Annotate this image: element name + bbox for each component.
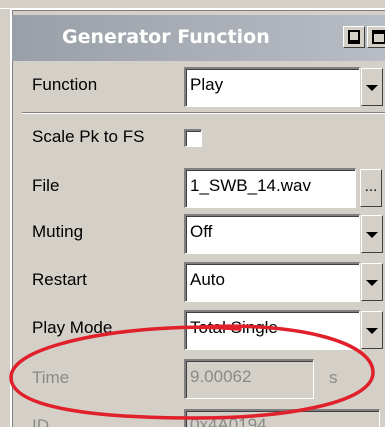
id-readout: 0x4A0194 (184, 409, 380, 427)
time-unit: s (329, 368, 338, 387)
section-divider (22, 112, 385, 114)
muting-select[interactable]: Off (184, 214, 360, 254)
play-mode-value: Total Single (190, 318, 278, 337)
time-label: Time (32, 368, 70, 387)
panel-title: Generator Function (62, 26, 270, 48)
minimize-button[interactable] (343, 26, 365, 48)
panel-titlebar[interactable]: Generator Function (12, 15, 385, 61)
play-mode-select[interactable]: Total Single (184, 310, 360, 350)
file-label: File (32, 176, 60, 195)
restart-select[interactable]: Auto (184, 262, 360, 302)
function-value: Play (190, 75, 224, 94)
muting-dropdown-button[interactable] (361, 215, 383, 253)
function-dropdown-button[interactable] (361, 68, 383, 106)
maximize-icon (372, 30, 385, 44)
chevron-down-icon (366, 232, 378, 238)
muting-label: Muting (32, 222, 84, 241)
scale-pk-checkbox[interactable] (184, 129, 202, 147)
scale-pk-label: Scale Pk to FS (32, 127, 145, 146)
time-value: 9.00062 (190, 367, 252, 386)
chevron-down-icon (366, 328, 378, 334)
time-readout: 9.00062 (184, 359, 314, 399)
function-select[interactable]: Play (184, 67, 360, 107)
id-value: 0x4A0194 (190, 415, 267, 427)
chevron-down-icon (366, 85, 378, 91)
minimize-icon (348, 30, 360, 44)
maximize-button[interactable] (367, 26, 385, 48)
play-mode-label: Play Mode (32, 318, 113, 337)
id-label: ID (32, 416, 49, 427)
browse-button[interactable]: ... (360, 169, 382, 207)
restart-dropdown-button[interactable] (361, 263, 383, 301)
play-mode-dropdown-button[interactable] (361, 311, 383, 349)
file-value: 1_SWB_14.wav (190, 176, 311, 195)
muting-value: Off (190, 222, 213, 241)
restart-label: Restart (32, 270, 87, 289)
chevron-down-icon (366, 280, 378, 286)
screenshot-stage: Generator Function Function Play Scale P… (0, 0, 385, 427)
function-label: Function (32, 75, 98, 94)
browse-label: ... (364, 178, 378, 195)
file-input[interactable]: 1_SWB_14.wav (184, 168, 356, 208)
restart-value: Auto (190, 270, 225, 289)
